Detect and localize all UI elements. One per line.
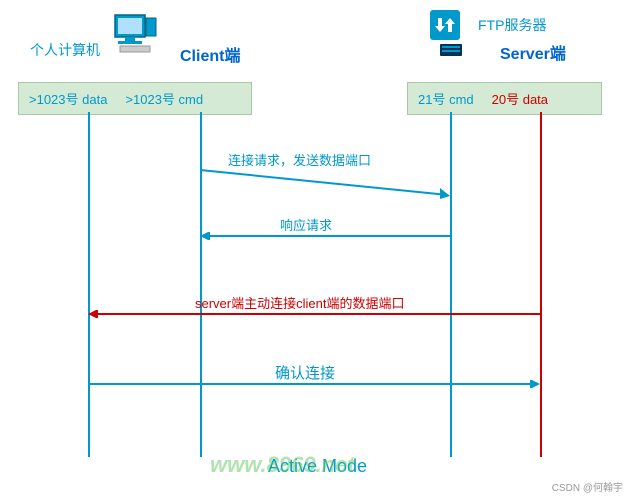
lifeline-server-cmd [450,112,452,457]
watermark: www.8969.net [210,452,355,478]
server-label: FTP服务器 [478,15,546,35]
client-role: Client端 [180,42,240,66]
computer-icon [110,10,160,65]
server-icon [428,8,472,65]
label-m1: 连接请求，发送数据端口 [228,150,371,169]
server-role: Server端 [500,40,566,64]
client-data-port: >1023号 data [29,89,107,108]
credit-text: CSDN @何翰宇 [552,479,623,494]
arrow-m1 [200,165,452,205]
label-m3: server端主动连接client端的数据端口 [195,293,404,312]
client-label: 个人计算机 [30,40,100,60]
label-m2: 响应请求 [280,215,332,234]
label-m4: 确认连接 [275,362,335,383]
server-cmd-port: 21号 cmd [418,89,474,108]
lifeline-client-data [88,112,90,457]
client-ports: >1023号 data >1023号 cmd [18,82,252,115]
server-data-port: 20号 data [492,89,548,108]
server-ports: 21号 cmd 20号 data [407,82,602,115]
client-cmd-port: >1023号 cmd [125,89,203,108]
lifeline-server-data [540,112,542,457]
lifeline-client-cmd [200,112,202,457]
